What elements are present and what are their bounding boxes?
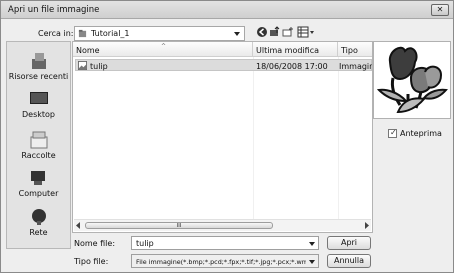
filetype-select[interactable]: File immagine(*.bmp;*.pcd;*.fpx;*.tif;*.… bbox=[131, 254, 319, 268]
horizontal-scrollbar[interactable]: III bbox=[74, 219, 371, 231]
tulip-preview-image bbox=[376, 46, 448, 114]
back-icon[interactable] bbox=[256, 26, 268, 38]
column-divider bbox=[253, 57, 254, 219]
check-icon: ✓ bbox=[390, 128, 397, 137]
chevron-down-icon bbox=[309, 260, 315, 264]
column-header-name[interactable]: Nome ^ bbox=[73, 42, 253, 57]
up-folder-icon[interactable] bbox=[269, 26, 281, 38]
cancel-button[interactable]: Annulla bbox=[327, 254, 371, 268]
column-divider bbox=[338, 57, 339, 219]
file-list[interactable]: Nome ^ Ultima modifica Tipo tulip 18/06/… bbox=[72, 41, 373, 233]
place-network[interactable]: Rete bbox=[7, 208, 70, 237]
column-header-date[interactable]: Ultima modifica bbox=[253, 42, 338, 57]
preview-label: Anteprima bbox=[400, 129, 442, 138]
place-libraries[interactable]: Raccolte bbox=[7, 131, 70, 160]
image-file-icon bbox=[78, 61, 87, 70]
column-date-label: Ultima modifica bbox=[256, 46, 320, 55]
chevron-down-icon bbox=[234, 32, 240, 36]
file-type: Immagine bbox=[339, 62, 372, 71]
open-button[interactable]: Apri bbox=[327, 236, 371, 250]
look-in-value: Tutorial_1 bbox=[91, 29, 130, 38]
folder-icon bbox=[78, 29, 87, 38]
view-menu-icon[interactable] bbox=[297, 26, 315, 38]
place-label: Risorse recenti bbox=[8, 72, 69, 81]
scrollbar-thumb[interactable]: III bbox=[85, 222, 273, 229]
column-type-label: Tipo bbox=[341, 46, 358, 55]
new-folder-icon[interactable] bbox=[282, 26, 294, 38]
open-image-dialog: Apri un file immagine ✕ Cerca in: Tutori… bbox=[0, 0, 454, 273]
column-name-label: Nome bbox=[76, 46, 100, 55]
place-label: Desktop bbox=[22, 110, 55, 119]
places-bar: Risorse recenti Desktop Raccolte Compute… bbox=[6, 41, 71, 249]
desktop-icon bbox=[29, 92, 48, 104]
filename-value: tulip bbox=[136, 239, 154, 248]
network-icon bbox=[31, 209, 46, 225]
filetype-label: Tipo file: bbox=[74, 257, 109, 266]
title-bar[interactable]: Apri un file immagine ✕ bbox=[1, 1, 453, 19]
place-recent[interactable]: Risorse recenti bbox=[7, 52, 70, 81]
chevron-down-icon bbox=[309, 242, 315, 246]
file-name: tulip bbox=[90, 62, 108, 71]
close-button[interactable]: ✕ bbox=[431, 4, 449, 16]
place-label: Rete bbox=[29, 228, 48, 237]
filename-input[interactable]: tulip bbox=[131, 236, 319, 250]
scroll-right-icon[interactable] bbox=[363, 222, 370, 229]
place-desktop[interactable]: Desktop bbox=[7, 90, 70, 119]
column-header-type[interactable]: Tipo bbox=[338, 42, 372, 57]
look-in-label: Cerca in: bbox=[38, 29, 74, 38]
scroll-left-icon[interactable] bbox=[75, 222, 82, 229]
recent-places-icon bbox=[31, 53, 46, 69]
look-in-combo[interactable]: Tutorial_1 bbox=[74, 26, 245, 41]
filename-label: Nome file: bbox=[74, 239, 116, 248]
filetype-value: File immagine(*.bmp;*.pcd;*.fpx;*.tif;*.… bbox=[136, 258, 306, 266]
preview-checkbox[interactable]: ✓ bbox=[388, 128, 397, 138]
sort-ascending-icon: ^ bbox=[161, 43, 167, 50]
window-title: Apri un file immagine bbox=[8, 5, 100, 15]
file-date: 18/06/2008 17:00 bbox=[256, 62, 328, 71]
libraries-icon bbox=[30, 131, 47, 149]
computer-icon bbox=[30, 171, 45, 185]
place-computer[interactable]: Computer bbox=[7, 169, 70, 198]
place-label: Computer bbox=[18, 189, 59, 198]
file-row-tulip[interactable]: tulip 18/06/2008 17:00 Immagine bbox=[75, 59, 372, 71]
image-preview bbox=[373, 41, 451, 119]
place-label: Raccolte bbox=[21, 151, 56, 160]
